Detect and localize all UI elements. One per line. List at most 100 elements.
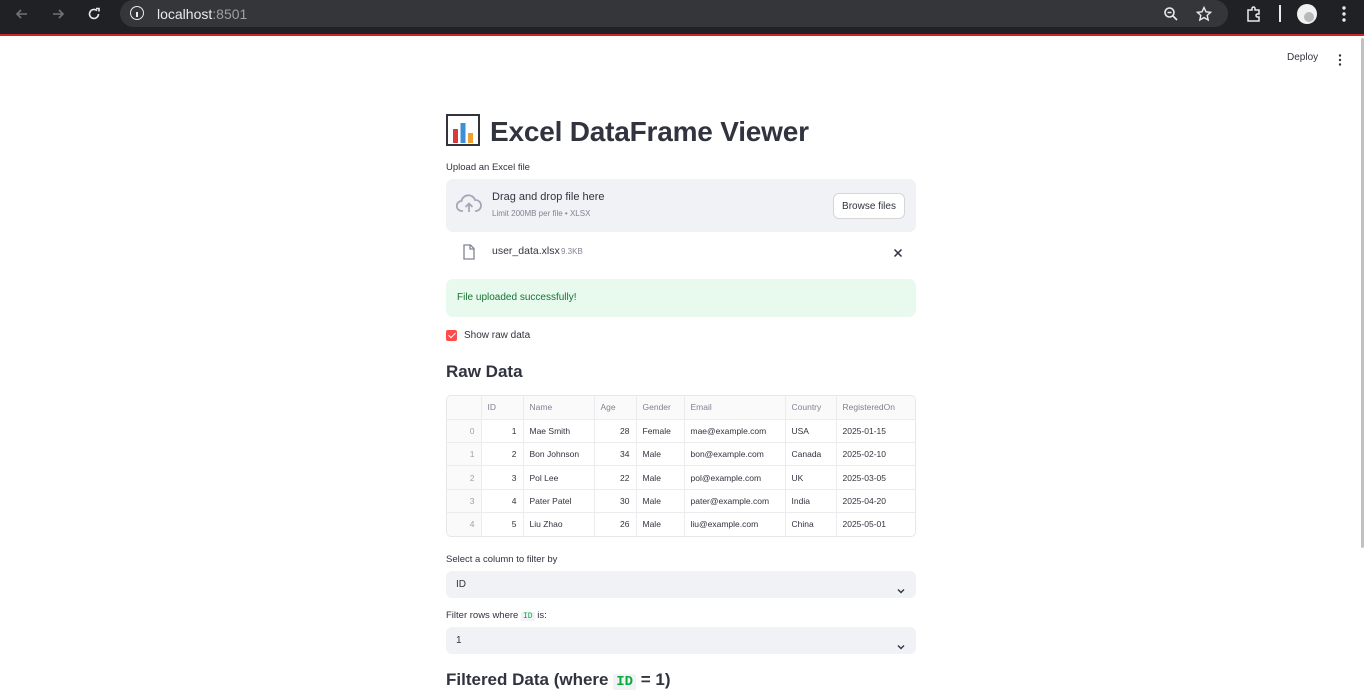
zoom-icon[interactable] bbox=[1160, 3, 1182, 25]
cell-gender[interactable]: Male bbox=[636, 489, 685, 513]
filter-column-label: Select a column to filter by bbox=[446, 554, 558, 565]
cell-age[interactable]: 28 bbox=[594, 419, 637, 444]
toolbar-divider bbox=[1279, 5, 1281, 22]
file-icon bbox=[463, 244, 475, 260]
column-header-name[interactable]: Name bbox=[523, 396, 595, 420]
cell-name[interactable]: Mae Smith bbox=[523, 419, 595, 444]
column-header-id[interactable]: ID bbox=[481, 396, 524, 420]
table-row: 3 4 Pater Patel 30 Male pater@example.co… bbox=[447, 489, 915, 513]
filter-rows-label-prefix: Filter rows where bbox=[446, 610, 519, 621]
show-raw-data-checkbox[interactable]: Show raw data bbox=[446, 328, 530, 342]
cell-registeredon[interactable]: 2025-05-01 bbox=[836, 512, 915, 535]
chevron-down-icon[interactable] bbox=[897, 581, 905, 594]
cell-id[interactable]: 1 bbox=[481, 419, 524, 444]
table-header-row: ID Name Age Gender Email Country Registe… bbox=[447, 396, 915, 420]
filter-rows-label-suffix: is: bbox=[537, 610, 547, 621]
back-icon[interactable] bbox=[10, 2, 34, 26]
cell-gender[interactable]: Male bbox=[636, 442, 685, 467]
url-port: :8501 bbox=[212, 6, 248, 22]
cell-gender[interactable]: Male bbox=[636, 465, 685, 490]
cell-email[interactable]: liu@example.com bbox=[684, 512, 786, 536]
filter-rows-label: Filter rows where ID is: bbox=[446, 610, 547, 621]
table-row: 1 2 Bon Johnson 34 Male bon@example.com … bbox=[447, 442, 915, 467]
checkbox-checked-icon[interactable] bbox=[446, 329, 457, 341]
cell-gender[interactable]: Male bbox=[636, 512, 685, 536]
cell-registeredon[interactable]: 2025-02-10 bbox=[836, 442, 915, 467]
cell-age[interactable]: 34 bbox=[594, 442, 637, 467]
page-title-text: Excel DataFrame Viewer bbox=[490, 116, 809, 147]
column-header-registeredon[interactable]: RegisteredOn bbox=[836, 396, 915, 420]
filter-value-select[interactable]: 1 bbox=[446, 627, 916, 654]
cell-id[interactable]: 4 bbox=[481, 489, 524, 513]
table-row: 4 5 Liu Zhao 26 Male liu@example.com Chi… bbox=[447, 512, 915, 536]
cell-age[interactable]: 26 bbox=[594, 512, 637, 536]
chevron-down-icon[interactable] bbox=[897, 637, 905, 650]
cell-id[interactable]: 5 bbox=[481, 512, 524, 536]
filter-column-select[interactable]: ID bbox=[446, 571, 916, 598]
cell-name[interactable]: Liu Zhao bbox=[523, 512, 595, 536]
checkbox-label: Show raw data bbox=[464, 329, 531, 341]
column-header-email[interactable]: Email bbox=[684, 396, 786, 420]
cell-email[interactable]: pater@example.com bbox=[684, 489, 786, 513]
reload-icon[interactable] bbox=[82, 2, 106, 26]
filter-rows-label-code: ID bbox=[520, 612, 535, 621]
filter-column-value: ID bbox=[456, 579, 466, 590]
raw-data-heading: Raw Data bbox=[446, 362, 523, 381]
success-text: File uploaded successfully! bbox=[457, 292, 577, 303]
cell-name[interactable]: Bon Johnson bbox=[523, 442, 595, 467]
url-host: localhost bbox=[157, 6, 213, 22]
browse-files-button[interactable]: Browse files bbox=[833, 193, 905, 219]
deploy-button[interactable]: Deploy bbox=[1287, 52, 1318, 63]
profile-avatar[interactable] bbox=[1296, 3, 1318, 25]
table-row: 2 3 Pol Lee 22 Male pol@example.com UK 2… bbox=[447, 465, 915, 490]
file-dropzone[interactable]: Drag and drop file here Limit 200MB per … bbox=[446, 179, 916, 232]
row-index: 4 bbox=[447, 512, 482, 536]
column-header-gender[interactable]: Gender bbox=[636, 396, 685, 420]
remove-file-icon[interactable] bbox=[892, 246, 904, 258]
cell-registeredon[interactable]: 2025-01-15 bbox=[836, 419, 915, 444]
file-size: 9.3KB bbox=[561, 247, 583, 256]
cell-country[interactable]: India bbox=[785, 489, 837, 513]
bookmark-star-icon[interactable] bbox=[1193, 3, 1215, 25]
cell-country[interactable]: UK bbox=[785, 465, 837, 490]
cloud-upload-icon bbox=[455, 193, 482, 215]
row-index: 0 bbox=[447, 419, 482, 444]
dropzone-title: Drag and drop file here bbox=[492, 191, 605, 203]
main-menu-icon[interactable] bbox=[1336, 53, 1344, 67]
cell-email[interactable]: pol@example.com bbox=[684, 465, 786, 490]
cell-name[interactable]: Pol Lee bbox=[523, 465, 595, 490]
browser-toolbar: localhost:8501 bbox=[0, 0, 1364, 36]
filtered-heading-code: ID bbox=[613, 674, 637, 690]
filtered-heading-prefix: Filtered Data (where bbox=[446, 670, 609, 689]
success-alert: File uploaded successfully! bbox=[446, 279, 916, 317]
cell-id[interactable]: 3 bbox=[481, 465, 524, 490]
cell-registeredon[interactable]: 2025-04-20 bbox=[836, 489, 915, 513]
filtered-heading-suffix: = 1) bbox=[640, 670, 671, 689]
cell-country[interactable]: USA bbox=[785, 419, 837, 444]
column-header-index[interactable] bbox=[447, 396, 482, 420]
cell-age[interactable]: 22 bbox=[594, 465, 637, 490]
cell-email[interactable]: bon@example.com bbox=[684, 442, 786, 467]
cell-email[interactable]: mae@example.com bbox=[684, 419, 786, 444]
page-title: Excel DataFrame Viewer bbox=[446, 113, 809, 151]
cell-id[interactable]: 2 bbox=[481, 442, 524, 467]
cell-name[interactable]: Pater Patel bbox=[523, 489, 595, 513]
forward-icon[interactable] bbox=[46, 2, 70, 26]
cell-registeredon[interactable]: 2025-03-05 bbox=[836, 465, 915, 490]
browser-menu-icon[interactable] bbox=[1333, 3, 1355, 25]
column-header-country[interactable]: Country bbox=[785, 396, 837, 420]
cell-country[interactable]: Canada bbox=[785, 442, 837, 467]
address-bar[interactable]: localhost:8501 bbox=[120, 0, 1228, 27]
site-info-icon[interactable] bbox=[130, 6, 144, 20]
extensions-icon[interactable] bbox=[1243, 3, 1265, 25]
dropzone-subtitle: Limit 200MB per file • XLSX bbox=[492, 209, 591, 218]
cell-country[interactable]: China bbox=[785, 512, 837, 536]
cell-age[interactable]: 30 bbox=[594, 489, 637, 513]
cell-gender[interactable]: Female bbox=[636, 419, 685, 444]
row-index: 1 bbox=[447, 442, 482, 467]
bar-chart-icon bbox=[446, 113, 480, 151]
table-row: 0 1 Mae Smith 28 Female mae@example.com … bbox=[447, 419, 915, 444]
column-header-age[interactable]: Age bbox=[594, 396, 637, 420]
raw-data-table[interactable]: ID Name Age Gender Email Country Registe… bbox=[446, 395, 916, 537]
file-name: user_data.xlsx bbox=[492, 245, 560, 257]
